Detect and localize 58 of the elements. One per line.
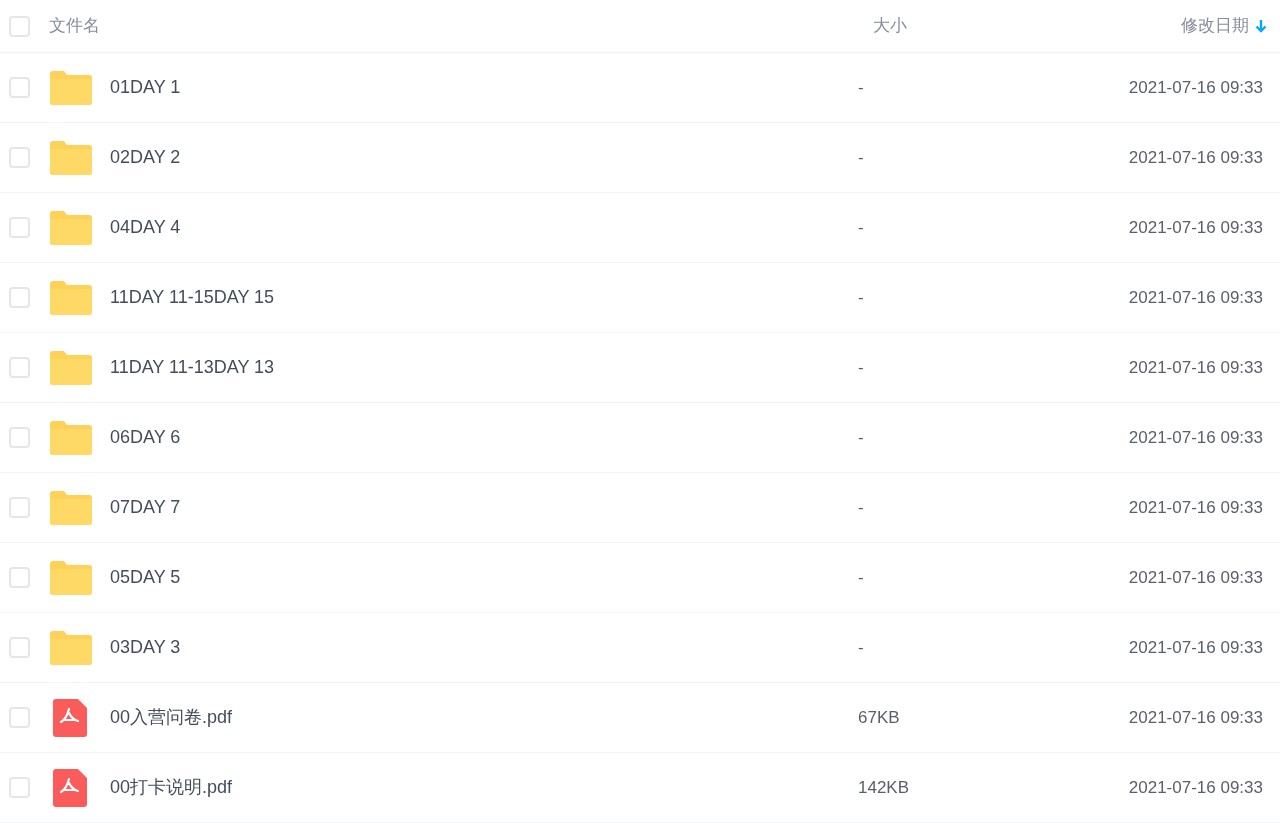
modified-date: 2021-07-16 09:33 [1128, 636, 1263, 659]
arrow-down-icon[interactable] [1255, 19, 1267, 33]
modified-date: 2021-07-16 09:33 [1128, 776, 1263, 799]
file-name[interactable]: 00打卡说明.pdf [110, 774, 233, 801]
file-size: - [858, 147, 864, 167]
modified-date: 2021-07-16 09:33 [1128, 566, 1263, 589]
folder-icon [50, 70, 92, 105]
checkbox[interactable] [9, 147, 30, 168]
folder-icon [50, 630, 92, 665]
folder-icon [50, 140, 92, 175]
file-size: 67KB [858, 707, 900, 727]
checkbox[interactable] [9, 777, 30, 798]
file-size: - [858, 567, 864, 587]
folder-icon [50, 280, 92, 315]
folder-icon [50, 560, 92, 595]
modified-date: 2021-07-16 09:33 [1128, 426, 1263, 449]
modified-date: 2021-07-16 09:33 [1128, 496, 1263, 519]
checkbox[interactable] [9, 77, 30, 98]
checkbox[interactable] [9, 427, 30, 448]
checkbox[interactable] [9, 497, 30, 518]
checkbox[interactable] [9, 637, 30, 658]
file-name[interactable]: 02DAY 2 [110, 144, 181, 171]
file-name[interactable]: 11DAY 11-13DAY 13 [110, 354, 275, 381]
checkbox[interactable] [9, 15, 30, 37]
folder-icon [50, 490, 92, 525]
file-size: - [858, 497, 864, 517]
pdf-file-icon [53, 768, 87, 807]
file-name[interactable]: 06DAY 6 [110, 424, 181, 451]
pdf-file-icon [53, 698, 87, 737]
folder-icon [50, 420, 92, 455]
folder-icon [50, 210, 92, 245]
file-size: 142KB [858, 777, 910, 797]
modified-date: 2021-07-16 09:33 [1128, 216, 1263, 239]
checkbox[interactable] [9, 707, 30, 728]
modified-date: 2021-07-16 09:33 [1128, 706, 1263, 729]
file-size: - [858, 77, 864, 97]
file-name[interactable]: 04DAY 4 [110, 214, 181, 241]
checkbox[interactable] [9, 287, 30, 308]
file-name[interactable]: 05DAY 5 [110, 564, 181, 591]
file-size: - [858, 287, 864, 307]
modified-date: 2021-07-16 09:33 [1128, 76, 1263, 99]
file-size: - [858, 427, 864, 447]
column-header[interactable]: 文件名 [49, 13, 100, 39]
file-name[interactable]: 07DAY 7 [110, 494, 181, 521]
file-name[interactable]: 03DAY 3 [110, 634, 181, 661]
file-name[interactable]: 01DAY 1 [110, 74, 181, 101]
file-name[interactable]: 11DAY 11-15DAY 15 [110, 284, 275, 311]
modified-date: 2021-07-16 09:33 [1128, 356, 1263, 379]
folder-icon [50, 350, 92, 385]
modified-date: 2021-07-16 09:33 [1128, 146, 1263, 169]
checkbox[interactable] [9, 217, 30, 238]
checkbox[interactable] [9, 567, 30, 588]
modified-date: 2021-07-16 09:33 [1128, 286, 1263, 309]
checkbox[interactable] [9, 357, 30, 378]
file-size: - [858, 637, 864, 657]
file-name[interactable]: 00入营问卷.pdf [110, 704, 233, 731]
file-size: - [858, 217, 864, 237]
file-size: - [858, 357, 864, 377]
